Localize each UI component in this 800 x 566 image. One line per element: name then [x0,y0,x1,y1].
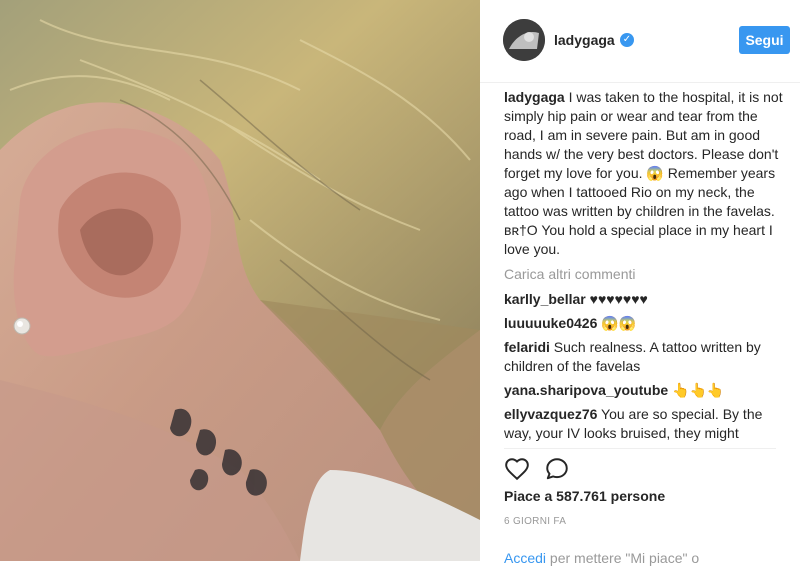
verified-badge-icon: ✓ [620,33,634,47]
post-header: ladygaga ✓ Segui [480,0,800,83]
comment-text: 😱😱 [601,315,637,331]
post-photo [0,0,480,561]
caption-text: I was taken to the hospital, it is not s… [504,89,783,257]
likes-count[interactable]: Piace a 587.761 persone [504,488,665,504]
post-author-username[interactable]: ladygaga [554,32,615,48]
avatar[interactable] [503,19,545,61]
comment-bubble-icon[interactable] [544,456,570,482]
comment-username[interactable]: yana.sharipova_youtube [504,382,668,398]
login-link[interactable]: Accedi [504,550,546,566]
list-item: felaridi Such realness. A tattoo written… [504,338,784,376]
follow-button[interactable]: Segui [739,26,790,54]
caption-username[interactable]: ladygaga [504,89,565,105]
list-item: luuuuuke0426 😱😱 [504,314,784,333]
comment-username[interactable]: luuuuuke0426 [504,315,597,331]
load-more-comments-link[interactable]: Carica altri commenti [504,265,784,284]
post-timestamp[interactable]: 6 GIORNI FA [504,516,566,527]
post-actions [504,456,704,482]
list-item: ellyvazquez76 You are so special. By the… [504,405,784,444]
login-prompt-text: per mettere "Mi piace" o [549,550,700,566]
comment-text: 👆👆👆 [672,382,725,398]
comments-list[interactable]: ladygaga I was taken to the hospital, it… [504,88,784,444]
login-prompt: Accedi per mettere "Mi piace" o [504,550,699,566]
comment-username[interactable]: ellyvazquez76 [504,406,597,422]
heart-icon[interactable] [504,456,530,482]
post-caption: ladygaga I was taken to the hospital, it… [504,88,784,259]
comment-username[interactable]: karlly_bellar [504,291,586,307]
section-divider [504,448,776,449]
post-side-panel: ladygaga ✓ Segui ladygaga I was taken to… [480,0,800,566]
comment-text: ♥♥♥♥♥♥♥ [589,291,648,307]
list-item: yana.sharipova_youtube 👆👆👆 [504,381,784,400]
list-item: karlly_bellar ♥♥♥♥♥♥♥ [504,290,784,309]
comment-username[interactable]: felaridi [504,339,550,355]
